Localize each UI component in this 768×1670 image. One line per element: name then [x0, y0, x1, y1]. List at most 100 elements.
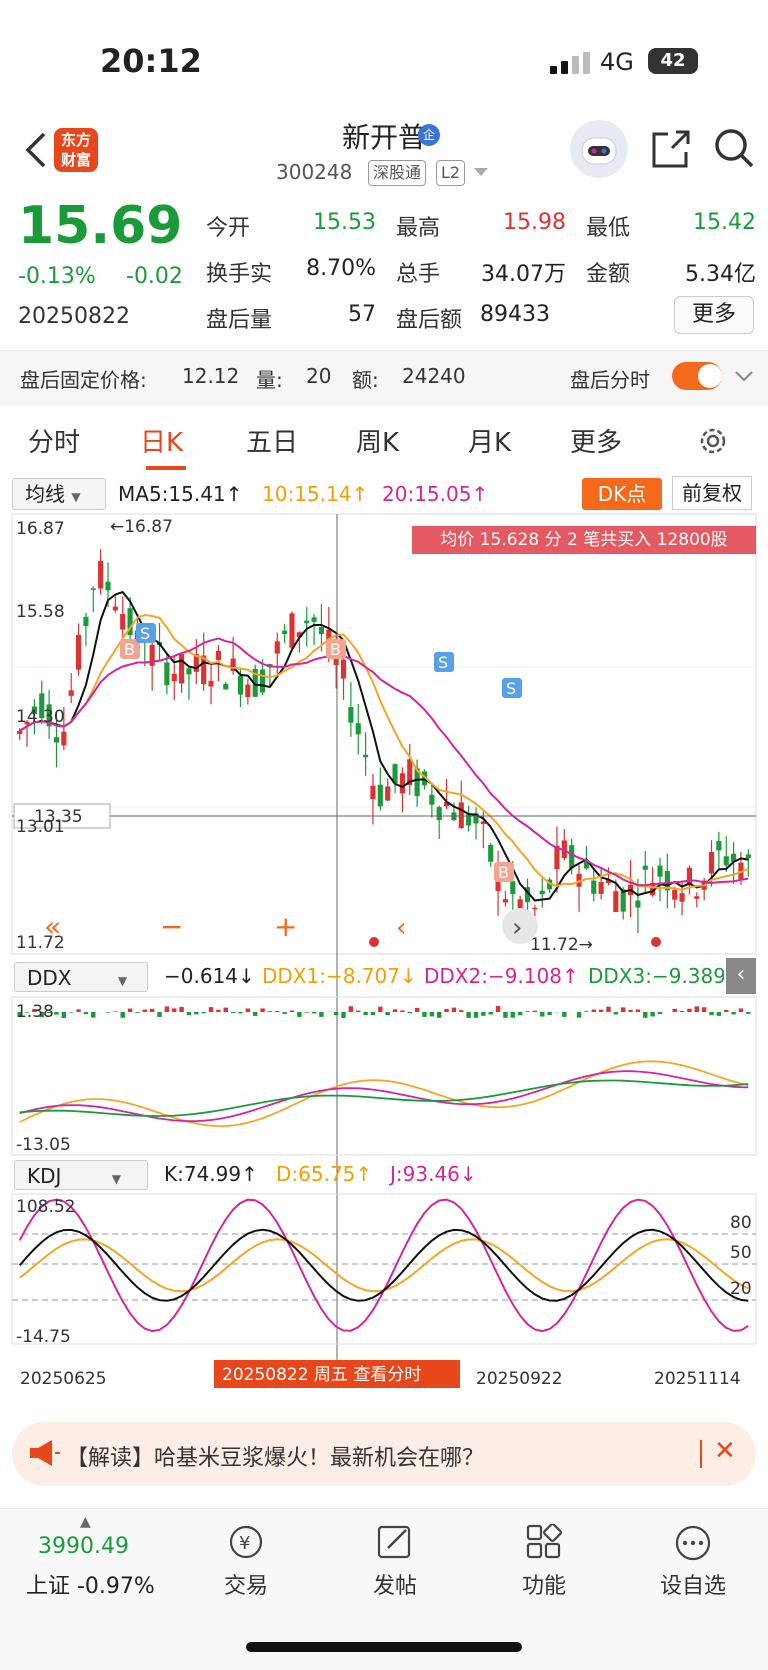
assistant-robot-icon[interactable] — [570, 120, 628, 178]
ddx-bar — [481, 1012, 486, 1016]
tab-weekly-k[interactable]: 周K — [356, 422, 399, 459]
candle-body — [105, 581, 111, 591]
enterprise-badge: 企 — [418, 124, 440, 146]
kline-frame — [11, 513, 757, 955]
crosshair-date-label[interactable]: 20250822 周五 查看分时 — [222, 1365, 421, 1385]
signal-icon — [550, 52, 590, 74]
nav-add-favorite[interactable]: 设自选 — [648, 1568, 738, 1600]
trade-icon[interactable]: ¥ — [226, 1524, 266, 1560]
ddx-bar — [400, 1010, 405, 1012]
zoom-in-icon[interactable]: + — [274, 910, 297, 943]
kdj-select[interactable]: KDJ ▼ — [14, 1160, 148, 1190]
stock-code: 300248 — [276, 160, 353, 184]
status-time: 20:12 — [100, 42, 202, 80]
edit-icon[interactable] — [376, 1524, 414, 1560]
ddx-bar — [54, 1012, 59, 1015]
scroll-left-icon[interactable]: « — [44, 910, 61, 943]
grid-icon[interactable] — [526, 1524, 562, 1560]
megaphone-icon — [30, 1440, 60, 1466]
nav-post[interactable]: 发帖 — [350, 1568, 440, 1600]
zoom-out-icon[interactable]: − — [160, 910, 183, 943]
ddx-bar — [113, 1011, 118, 1012]
y-label-4: 13.01 — [16, 817, 65, 837]
candle-body — [635, 900, 641, 908]
candle-body — [510, 881, 516, 894]
news-text[interactable]: 【解读】哈基米豆浆爆火！最新机会在哪？ — [66, 1440, 484, 1472]
ddx-bar — [238, 1012, 243, 1014]
index-value[interactable]: 3990.49 — [38, 1534, 129, 1559]
candle-body — [591, 880, 597, 894]
ddx-bar — [304, 1012, 309, 1013]
ma20-line — [19, 637, 749, 887]
share-icon[interactable] — [650, 128, 692, 170]
chevron-down-icon: ▼ — [117, 974, 128, 988]
tab-underline — [146, 466, 186, 470]
tab-monthly-k[interactable]: 月K — [468, 422, 511, 459]
svg-text:S: S — [438, 653, 448, 672]
chevron-down-icon[interactable] — [474, 168, 488, 178]
candle-body — [613, 891, 619, 913]
tab-more[interactable]: 更多 — [570, 422, 622, 459]
svg-text:B: B — [498, 863, 509, 882]
chevron-down-icon[interactable] — [734, 370, 754, 384]
candle-body — [745, 854, 751, 859]
after-hours-vol-label: 量: — [256, 368, 283, 392]
step-right-icon[interactable]: › — [512, 913, 522, 943]
candle-body — [223, 683, 229, 690]
tab-intraday[interactable]: 分时 — [28, 422, 80, 459]
candle-body — [171, 673, 177, 682]
after-hours-amt-value: 24240 — [402, 364, 466, 388]
step-left-icon[interactable]: ‹ — [396, 913, 406, 943]
candle-body — [694, 896, 700, 899]
candle-body — [53, 737, 60, 743]
candle-body — [215, 650, 221, 660]
tab-five-day[interactable]: 五日 — [246, 422, 298, 459]
dk-point-button[interactable]: DK点 — [582, 478, 662, 510]
chevron-down-icon: ▼ — [71, 490, 81, 504]
collapse-left-icon[interactable]: ‹ — [726, 958, 756, 994]
ddx-bar — [252, 1012, 258, 1016]
candle-body — [723, 856, 729, 866]
index-label[interactable]: 上证 -0.97% — [26, 1568, 155, 1600]
ddx-bar — [628, 1010, 633, 1012]
candle-body — [363, 754, 369, 758]
ma5-value: MA5:15.41↑ — [118, 482, 243, 506]
close-icon[interactable]: ✕ — [714, 1436, 736, 1466]
candle-body — [569, 845, 575, 869]
ma-select[interactable]: 均线 ▼ — [12, 478, 106, 510]
ddx-bar — [540, 1012, 545, 1017]
svg-text:S: S — [506, 679, 516, 698]
ddx-bar — [687, 1008, 692, 1012]
tab-daily-k[interactable]: 日K — [140, 422, 183, 459]
ddx-bar — [422, 1012, 427, 1017]
ddx-bar — [436, 1012, 442, 1018]
ddx-bar — [149, 1008, 155, 1012]
ddx3-value: DDX3:−9.389↑ — [588, 964, 724, 988]
ddx-bar — [451, 1007, 457, 1012]
low-label: 最低 — [586, 216, 631, 241]
ddx-bar — [635, 1009, 641, 1012]
ddx-bar — [473, 1012, 479, 1018]
candle-body — [237, 675, 244, 695]
gear-icon[interactable] — [696, 424, 730, 458]
kdj-50-label: 50 — [730, 1243, 752, 1263]
ddx-bottom-label: -13.05 — [16, 1135, 71, 1155]
search-icon[interactable] — [712, 126, 756, 170]
more-dots-icon[interactable] — [674, 1524, 712, 1562]
x-label-1: 20250625 — [20, 1369, 107, 1389]
candle-body — [458, 802, 464, 829]
ddx-bar — [657, 1012, 663, 1015]
candle-body — [274, 641, 280, 654]
nav-function[interactable]: 功能 — [499, 1568, 589, 1600]
nav-trade[interactable]: 交易 — [201, 1568, 291, 1600]
ddx-bar — [172, 1008, 177, 1012]
more-button[interactable]: 更多 — [674, 296, 754, 334]
adjust-mode-button[interactable]: 前复权 — [672, 476, 752, 510]
ddx-bar — [267, 1011, 273, 1012]
ddx-bar — [142, 1009, 148, 1012]
ddx-bar — [613, 1012, 619, 1015]
ddx-bar — [643, 1012, 648, 1018]
candle-body — [61, 731, 67, 746]
news-divider — [700, 1440, 702, 1468]
ddx-select[interactable]: DDX ▼ — [14, 962, 148, 992]
